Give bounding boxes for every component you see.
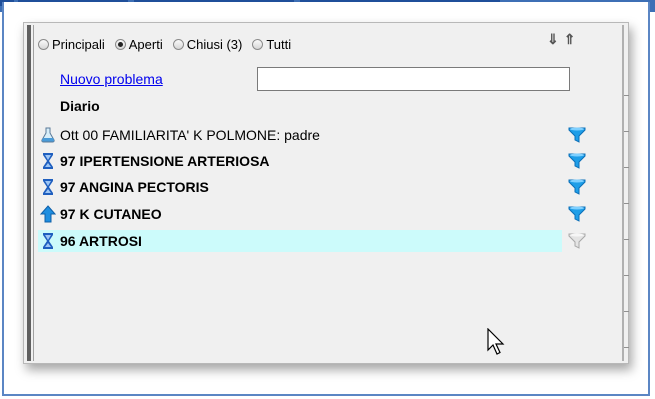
ruler-tick — [624, 131, 629, 132]
ruler-tick — [624, 167, 629, 168]
ruler-tick — [624, 239, 629, 240]
radio-label: Principali — [52, 36, 105, 52]
hourglass-icon — [38, 151, 58, 171]
ruler-tick — [624, 95, 629, 96]
problems-panel: Principali Aperti Chiusi (3) Tutti ⇓ ⇑ N… — [23, 22, 629, 364]
order-buttons: ⇓ ⇑ — [547, 31, 580, 47]
radio-button-selected[interactable] — [114, 38, 126, 50]
problem-row[interactable]: Ott 00 FAMILIARITA' K POLMONE: padre — [38, 124, 604, 146]
ruler-tick — [624, 275, 629, 276]
problem-row-selected[interactable]: 96 ARTROSI — [38, 230, 562, 252]
panel-left-line — [33, 25, 34, 361]
radio-tutti[interactable]: Tutti — [252, 37, 291, 52]
problem-text: 97 K CUTANEO — [60, 206, 162, 222]
ruler-tick — [624, 311, 629, 312]
problem-row[interactable]: 97 IPERTENSIONE ARTERIOSA — [38, 150, 604, 172]
radio-button[interactable] — [252, 38, 264, 50]
problem-text: 97 ANGINA PECTORIS — [60, 179, 209, 195]
problem-text: Ott 00 FAMILIARITA' K POLMONE: padre — [60, 127, 320, 143]
ruler-tick — [624, 347, 629, 348]
new-problem-link[interactable]: Nuovo problema — [60, 71, 163, 87]
new-problem-input[interactable] — [257, 67, 570, 91]
radio-label: Tutti — [266, 36, 292, 52]
problem-text: 96 ARTROSI — [60, 233, 142, 249]
radio-aperti[interactable]: Aperti — [114, 36, 163, 52]
hourglass-icon — [38, 231, 58, 251]
panel-left-border — [27, 25, 31, 361]
filter-radio-group: Principali Aperti Chiusi (3) Tutti — [38, 35, 301, 53]
sort-up-icon[interactable]: ⇑ — [564, 31, 576, 47]
radio-button[interactable] — [38, 38, 49, 50]
diary-label: Diario — [60, 98, 100, 114]
blue-funnel-icon[interactable] — [568, 178, 586, 196]
hourglass-icon — [38, 177, 58, 197]
problem-row[interactable]: 97 K CUTANEO — [38, 203, 604, 225]
blue-funnel-icon[interactable] — [568, 126, 586, 144]
radio-chiusi[interactable]: Chiusi (3) — [172, 36, 243, 52]
problem-row[interactable]: 97 ANGINA PECTORIS — [38, 176, 604, 198]
blue-funnel-icon[interactable] — [568, 152, 586, 170]
problem-text: 97 IPERTENSIONE ARTERIOSA — [60, 153, 270, 169]
radio-principali[interactable]: Principali — [38, 37, 105, 52]
blue-funnel-icon[interactable] — [568, 205, 586, 223]
gray-funnel-icon[interactable] — [568, 232, 586, 250]
radio-label: Chiusi (3) — [186, 36, 243, 52]
up-arrow-icon — [38, 204, 58, 224]
mouse-cursor-icon — [487, 327, 505, 356]
sort-down-icon[interactable]: ⇓ — [547, 31, 559, 47]
flask-icon — [38, 125, 58, 145]
radio-label: Aperti — [128, 36, 163, 52]
ruler-tick — [624, 203, 629, 204]
radio-button[interactable] — [172, 38, 184, 50]
